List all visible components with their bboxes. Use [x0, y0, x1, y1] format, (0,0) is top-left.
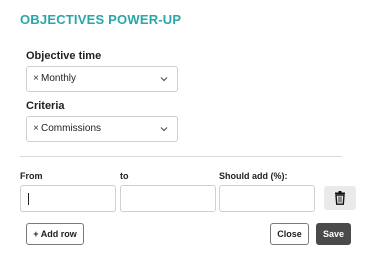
- from-label: From: [20, 171, 43, 181]
- from-input[interactable]: [20, 185, 116, 212]
- close-button[interactable]: Close: [270, 223, 309, 245]
- objective-time-select[interactable]: × Monthly: [26, 66, 178, 92]
- to-input[interactable]: [120, 185, 216, 212]
- remove-tag-icon[interactable]: ×: [33, 73, 39, 84]
- delete-row-button[interactable]: [324, 186, 356, 210]
- remove-tag-icon[interactable]: ×: [33, 123, 39, 134]
- criteria-label: Criteria: [26, 100, 65, 112]
- page-title: OBJECTIVES POWER-UP: [20, 12, 182, 27]
- trash-icon: [335, 191, 345, 205]
- divider: [20, 156, 342, 157]
- add-row-button[interactable]: + Add row: [26, 223, 84, 245]
- chevron-down-icon[interactable]: [159, 74, 169, 84]
- criteria-select[interactable]: × Commissions: [26, 116, 178, 142]
- should-add-label: Should add (%):: [219, 171, 288, 181]
- chevron-down-icon[interactable]: [159, 124, 169, 134]
- criteria-value: Commissions: [41, 123, 102, 134]
- save-button[interactable]: Save: [316, 223, 351, 245]
- to-label: to: [120, 171, 129, 181]
- objective-time-value: Monthly: [41, 73, 77, 84]
- objective-time-label: Objective time: [26, 50, 102, 62]
- text-caret: [28, 193, 29, 205]
- should-add-input[interactable]: [219, 185, 315, 212]
